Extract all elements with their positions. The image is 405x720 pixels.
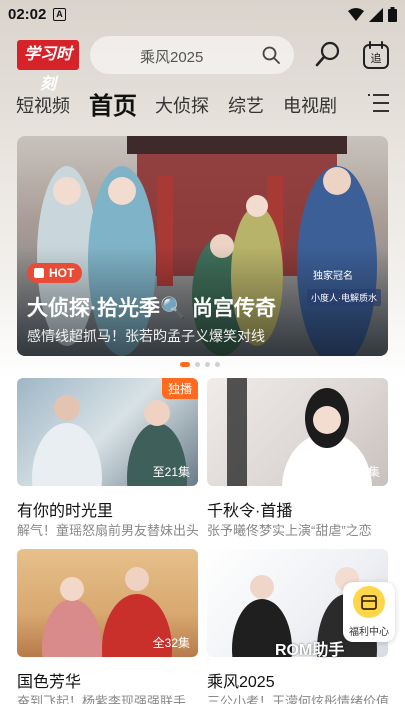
status-bar: 02:02 A [0,0,405,30]
hot-badge-label: HOT [49,266,75,280]
carousel-dot [195,362,200,367]
bottom-navigation [0,704,405,720]
battery-icon [388,7,397,22]
status-icons [348,7,397,22]
exclusive-badge: 独播 [161,378,198,399]
card-thumbnail: 至4集 [207,378,388,486]
category-tabs: 短视频 首页 大侦探 综艺 电视剧 [0,86,405,122]
search-hint: 乘风2025 [140,49,204,66]
gift-icon-glyph [361,595,377,610]
carousel-dot [205,362,210,367]
signal-icon [369,7,383,22]
tab-variety[interactable]: 综艺 [228,92,264,118]
episode-count: 至21集 [152,465,190,479]
carousel-indicator [180,362,220,367]
video-card[interactable]: 全32集 国色芳华 奋到飞起！杨紫李现强强联手 [17,549,198,709]
gift-icon [353,586,385,618]
video-card[interactable]: 至4集 千秋令·首播 张予曦佟梦实上演“甜虐”之恋 [207,378,388,538]
search-icon[interactable] [262,46,280,64]
episode-count: 至4集 [349,465,380,479]
card-thumbnail: 独播 至21集 [17,378,198,486]
hero-banner[interactable]: HOT 独家冠名 小度人·电解质水 大侦探·拾光季🔍 尚宫传奇 感情线超抓马！张… [17,136,388,356]
video-card[interactable]: 独播 至21集 有你的时光里 解气！童瑶怒扇前男友替妹出头 [17,378,198,538]
carousel-dot [215,362,220,367]
play-icon [34,268,44,278]
banner-title: 大侦探·拾光季🔍 尚宫传奇 [27,297,276,320]
card-title: 有你的时光里 [17,503,114,520]
history-icon[interactable]: 追 [362,40,390,70]
welfare-center-button[interactable]: 福利中心 [343,582,395,642]
watermark-text: ROM助手 [275,642,345,659]
card-subtitle: 解气！童瑶怒扇前男友替妹出头 [17,523,198,538]
sponsor-tag: 独家冠名 [313,271,353,282]
tab-tv-series[interactable]: 电视剧 [283,92,337,118]
card-title: 千秋令·首播 [207,503,293,520]
wifi-icon [348,7,364,21]
app-logo[interactable]: 学习时刻 [17,40,79,93]
card-thumbnail: 全32集 [17,549,198,657]
ai-search-icon[interactable] [314,40,342,68]
welfare-center-label: 福利中心 [349,627,389,638]
card-title: 乘风2025 [207,674,275,691]
carousel-dot [180,362,190,367]
status-time: 02:02 [8,6,47,23]
tab-detective[interactable]: 大侦探 [155,92,209,118]
card-subtitle: 张予曦佟梦实上演“甜虐”之恋 [207,523,372,538]
tab-short-video[interactable]: 短视频 [16,92,70,118]
hot-badge: HOT [27,263,83,283]
svg-text:追: 追 [371,51,382,65]
tab-home[interactable]: 首页 [89,86,137,121]
tab-menu-icon[interactable] [368,94,390,114]
card-title: 国色芳华 [17,674,82,691]
notification-icon: A [53,8,66,21]
search-input[interactable]: 乘风2025 [90,36,294,74]
banner-subtitle: 感情线超抓马！张若昀孟子义爆笑对线 [27,328,265,344]
episode-count: 全32集 [152,636,190,650]
sponsor-brand: 小度人·电解质水 [307,289,381,306]
